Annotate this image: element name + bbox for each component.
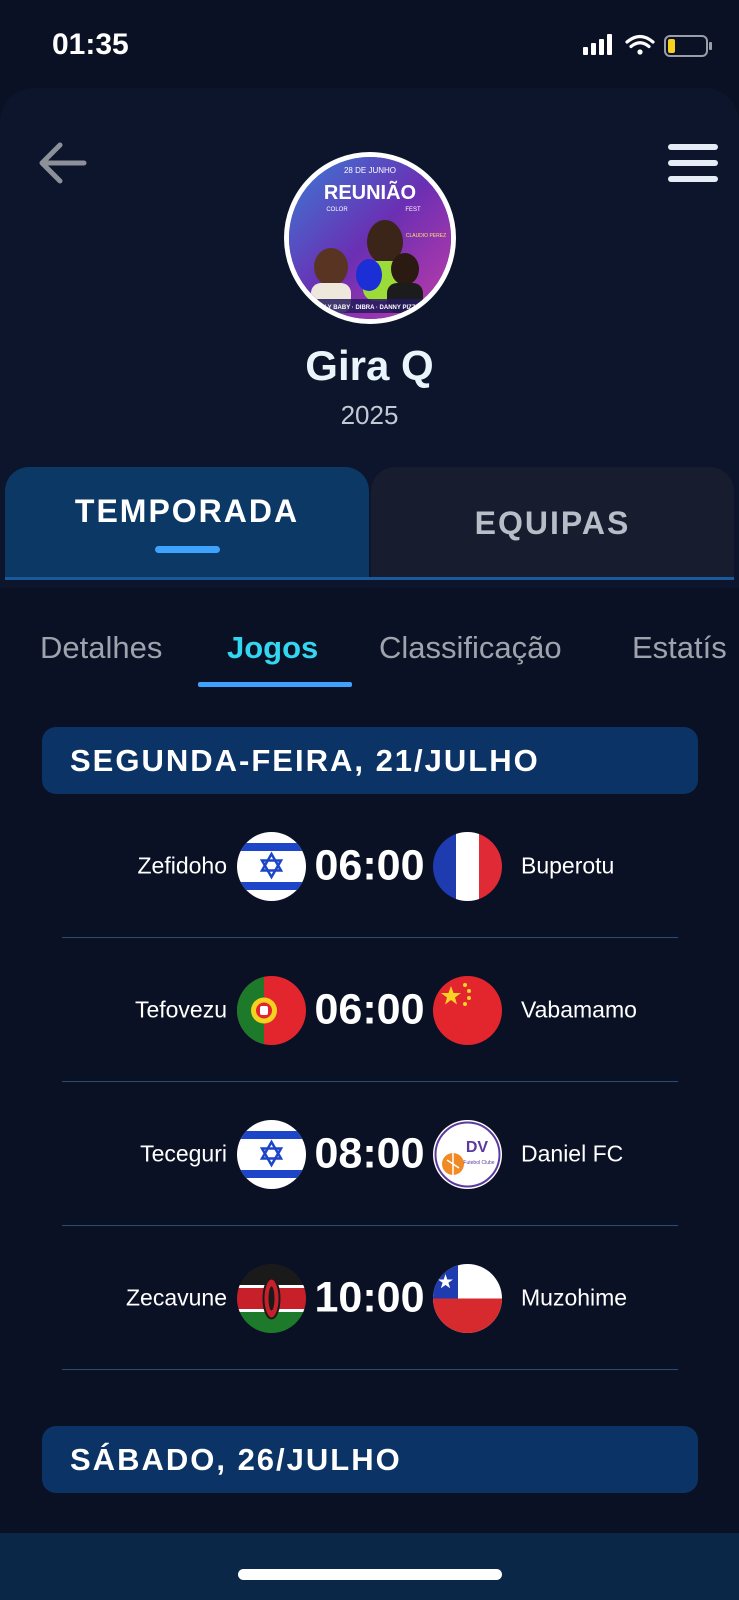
daniel-fc-logo-icon: DV Futebol Clube — [433, 1120, 502, 1189]
battery-icon — [664, 35, 712, 57]
day-label: SEGUNDA-FEIRA, 21/JULHO — [70, 742, 540, 778]
kenya-flag-icon — [237, 1264, 306, 1333]
israel-flag-icon — [237, 1120, 306, 1189]
home-team-name: Teceguri — [140, 1140, 227, 1167]
home-team-name: Zefidoho — [137, 852, 227, 879]
poster-subtitle-left: COLOR — [326, 207, 348, 213]
day-header: SÁBADO, 26/JULHO — [42, 1426, 698, 1493]
away-team-name: Muzohime — [521, 1284, 628, 1311]
poster-date: 28 DE JUNHO — [344, 166, 396, 175]
back-arrow-icon[interactable] — [34, 135, 90, 191]
israel-flag-icon — [237, 832, 306, 901]
away-team-name: Daniel FC — [521, 1140, 624, 1167]
match-row[interactable]: Zecavune 10:00 Muzohime — [0, 1226, 739, 1370]
subtab-estatisticas[interactable]: Estatís — [632, 630, 727, 666]
home-team-name: Zecavune — [125, 1284, 227, 1311]
season-title: Gira Q — [305, 342, 434, 389]
season-avatar: 28 DE JUNHO REUNIÃO COLOR FEST CLAUDIO P… — [284, 152, 456, 324]
wifi-icon — [625, 34, 655, 55]
menu-icon[interactable] — [664, 138, 720, 188]
status-time: 01:35 — [52, 28, 129, 61]
tab-temporada[interactable]: TEMPORADA — [5, 467, 369, 577]
france-flag-icon — [433, 832, 502, 901]
daniel-fc-initials: DV — [466, 1139, 489, 1156]
daniel-fc-caption: Futebol Clube — [463, 1160, 494, 1166]
status-bar: 01:35 — [0, 0, 739, 88]
china-flag-icon — [433, 976, 502, 1045]
main-tabs-divider — [5, 577, 734, 580]
subtab-jogos[interactable]: Jogos — [227, 630, 318, 666]
event-poster-image: 28 DE JUNHO REUNIÃO COLOR FEST CLAUDIO P… — [289, 157, 451, 319]
poster-subtitle-right: FEST — [405, 207, 421, 213]
match-row[interactable]: Zefidoho 06:00 Buperotu — [0, 794, 739, 938]
home-team-name: Tefovezu — [134, 996, 227, 1023]
day-header: SEGUNDA-FEIRA, 21/JULHO — [42, 727, 698, 794]
away-team-name: Vabamamo — [521, 996, 637, 1023]
match-time: 10:00 — [314, 1273, 425, 1322]
poster-artist-right: CLAUDIO PEREZ — [406, 233, 446, 239]
bottom-bar — [0, 1533, 739, 1600]
match-time: 06:00 — [314, 985, 425, 1034]
main-tab-indicator — [155, 546, 220, 553]
match-row[interactable]: Teceguri 08:00 DV Futebol Clube Daniel F… — [0, 1082, 739, 1226]
season-year: 2025 — [340, 400, 399, 430]
match-time: 08:00 — [314, 1129, 425, 1178]
day-label: SÁBADO, 26/JULHO — [70, 1441, 402, 1477]
chile-flag-icon — [433, 1264, 502, 1333]
subtab-detalhes[interactable]: Detalhes — [40, 630, 162, 666]
status-icons — [583, 34, 712, 57]
portugal-flag-icon — [237, 976, 306, 1045]
match-row[interactable]: Tefovezu 06:00 Vabamamo — [0, 938, 739, 1082]
signal-icon — [583, 34, 612, 55]
poster-lineup: ELY BABY · DIBRA · DANNY PIZZY — [321, 305, 420, 311]
home-indicator[interactable] — [238, 1569, 502, 1580]
match-time: 06:00 — [314, 841, 425, 890]
tab-equipas[interactable]: EQUIPAS — [371, 467, 734, 577]
match-divider — [62, 1369, 678, 1370]
poster-title: REUNIÃO — [324, 181, 416, 204]
subtab-classificacao[interactable]: Classificação — [379, 630, 562, 666]
subtab-active-underline — [198, 682, 352, 687]
away-team-name: Buperotu — [521, 852, 615, 879]
